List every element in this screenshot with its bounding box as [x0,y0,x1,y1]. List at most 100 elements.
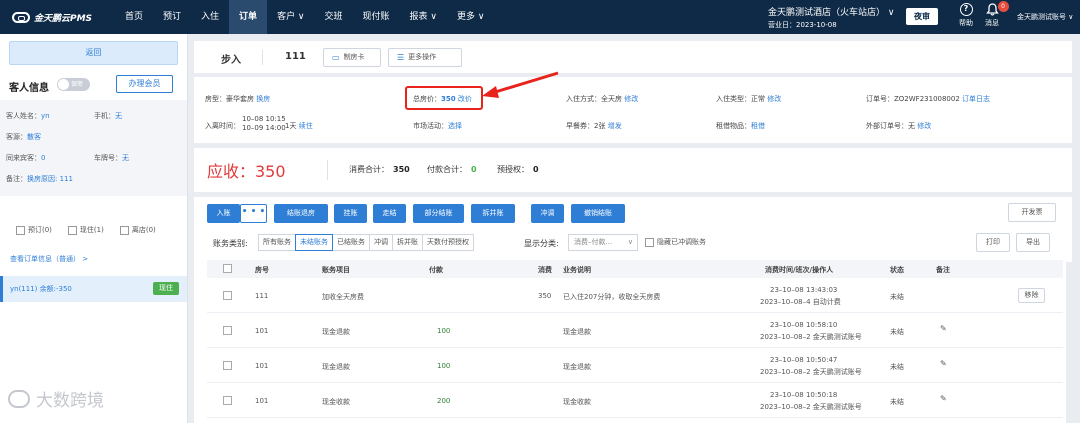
cell-shift: 2023–10–08–2 金天鹏测试账号 [760,368,862,376]
back-button[interactable]: 返回 [9,41,178,65]
tab-adjust[interactable]: 冲调 [369,234,393,251]
edit-external-order-link[interactable]: 修改 [917,122,931,130]
room-type: 房型：豪华套房 换房 [205,95,271,103]
nav-reports[interactable]: 报表 ∨ [400,0,447,34]
business-date: 营业日：2023-10-08 [768,21,837,29]
row-checkbox[interactable] [223,291,232,300]
stay-dates: 10–08 10:15 10–09 14:00 [242,115,286,132]
adjust-button[interactable]: 冲调 [531,204,564,223]
table-row[interactable]: 101 现金退款 100 现金退款 23–10–08 10:58:10 2023… [207,314,1063,348]
cell-shift: 2023–10–08–2 金天鹏测试账号 [760,403,862,411]
more-operations-button[interactable]: ☰ 更多操作 [388,48,462,67]
cancel-settle-button[interactable]: 撤销结账 [571,204,625,223]
cell-item: 现金退款 [322,363,350,371]
privacy-toggle[interactable]: 保密 [57,78,90,91]
filter-reserved[interactable]: 预订(0) [16,225,52,235]
split-merge-button[interactable]: 拆并账 [471,204,515,223]
change-room-link[interactable]: 换房 [256,95,270,103]
checkbox[interactable] [16,225,25,235]
issue-voucher-link[interactable]: 增发 [608,122,622,130]
category-label: 账务类别: [213,239,248,248]
cell-description: 已入住207分钟，收取全天房费 [563,293,661,301]
select-all-checkbox[interactable] [223,264,232,273]
cell-room: 111 [255,292,269,300]
cell-payment: 200 [437,397,451,405]
night-audit-button[interactable]: 夜审 [906,8,938,25]
checkbox[interactable] [67,225,77,235]
order-status-filters: 预订(0) 现住(1) 离店(0) [0,219,187,241]
hide-adjusted-option[interactable]: 隐藏已冲调账务 [645,237,706,247]
app-logo[interactable]: 金天鹏云PMS [12,10,92,24]
more-actions-button[interactable]: • • • [240,204,267,223]
rent-link[interactable]: 租借 [751,122,765,130]
extend-stay-link[interactable]: 续住 [299,122,313,130]
col-consume: 消费 [538,266,552,274]
select-activity-link[interactable]: 选择 [448,122,462,130]
cell-shift: 2023–10–08–2 金天鹏测试账号 [760,333,862,341]
hotel-selector[interactable]: 金天鹏测试酒店（火车站店） ∨ 营业日：2023-10-08 [768,5,908,30]
checkin-type: 入住类型：正常 修改 [716,95,782,103]
card-icon: ▭ [332,53,340,62]
partial-settle-button[interactable]: 部分结账 [413,204,464,223]
edit-pencil-icon[interactable]: ✎ [940,359,947,368]
help-button[interactable]: ? 帮助 [955,3,977,28]
remove-button[interactable]: 移除 [1018,288,1045,303]
messages-button[interactable]: 0 消息 [981,1,1009,28]
edit-checkin-type-link[interactable]: 修改 [767,95,781,103]
table-scrollbar[interactable] [1066,262,1072,423]
checkout-button[interactable]: 结账退房 [274,204,328,223]
tab-all[interactable]: 所有账务 [258,234,296,251]
table-row[interactable]: 111 加收全天房费 350 已入住207分钟，收取全天房费 23–10–08 … [207,279,1063,313]
nav-more[interactable]: 更多 ∨ [447,0,494,34]
view-order-info-link[interactable]: 查看订单信息（普通） > [10,254,88,264]
edit-pencil-icon[interactable]: ✎ [940,394,947,403]
row-checkbox[interactable] [223,396,232,405]
tab-settled[interactable]: 已结账务 [332,234,370,251]
cell-item: 加收全天房费 [322,293,364,301]
guest-remark: 备注：换房原因: 111 [6,175,73,183]
print-button[interactable]: 打印 [976,233,1010,252]
nav-orders[interactable]: 订单 [229,0,268,34]
row-checkbox[interactable] [223,361,232,370]
nav-cash-account[interactable]: 现付账 [353,0,400,34]
hotel-name: 金天鹏测试酒店（火车站店） ∨ [768,8,895,18]
tab-unsettled[interactable]: 未结账务 [295,234,333,251]
chevron-down-icon: ∨ [627,238,633,246]
cell-payment: 100 [437,327,451,335]
join-member-button[interactable]: 办理会员 [116,75,173,93]
guest-sidebar: 返回 客人信息 保密 办理会员 客人姓名：yn 手机：无 客源：散客 同来宾客：… [0,34,188,423]
nav-checkin[interactable]: 入住 [191,0,229,34]
nav-shift[interactable]: 交班 [315,0,353,34]
export-button[interactable]: 导出 [1016,233,1050,252]
checkin-method: 入住方式：全天房 修改 [566,95,639,103]
table-row[interactable]: 101 现金退款 100 现金退款 23–10–08 10:50:47 2023… [207,349,1063,383]
order-log-link[interactable]: 订单日志 [962,95,990,103]
cell-status: 未结 [890,398,904,406]
order-list-item[interactable]: yn(111) 余额:-350 现住 [0,276,187,302]
nav-customers[interactable]: 客户 ∨ [267,0,314,34]
edit-checkin-method-link[interactable]: 修改 [624,95,638,103]
nav-booking[interactable]: 预订 [153,0,191,34]
filter-in-house[interactable]: 现住(1) [67,225,104,235]
tab-split-merge[interactable]: 拆并账 [392,234,423,251]
nav-home[interactable]: 首页 [115,0,153,34]
make-card-button[interactable]: ▭ 制房卡 [323,48,381,67]
walk-settle-button[interactable]: 走结 [373,204,406,223]
cell-item: 现金退款 [322,328,350,336]
filter-departed[interactable]: 离店(0) [119,225,156,235]
display-select[interactable]: 消费–付款... ∨ [568,234,638,251]
charge-to-account-button[interactable]: 挂账 [334,204,367,223]
top-bar: 金天鹏云PMS 首页 预订 入住 订单 客户 ∨ 交班 现付账 报表 ∨ 更多 … [0,0,1080,34]
receivable-amount: 应收：350 [207,162,286,181]
tab-preauth[interactable]: 天数付预授权 [422,234,474,251]
account-menu[interactable]: 金天鹏测试账号 ∨ [1017,12,1073,22]
cell-description: 现金退款 [563,363,591,371]
checkbox[interactable] [119,225,129,235]
post-charge-button[interactable]: 入账 [207,204,240,223]
row-checkbox[interactable] [223,326,232,335]
edit-pencil-icon[interactable]: ✎ [940,324,947,333]
guest-info-panel: 客人姓名：yn 手机：无 客源：散客 同来宾客：0 车牌号：无 备注：换房原因:… [0,100,187,196]
table-row[interactable]: 101 现金收款 200 现金收款 23–10–08 10:50:18 2023… [207,384,1063,418]
invoice-button[interactable]: 开发票 [1008,203,1056,222]
checkbox[interactable] [645,237,654,247]
